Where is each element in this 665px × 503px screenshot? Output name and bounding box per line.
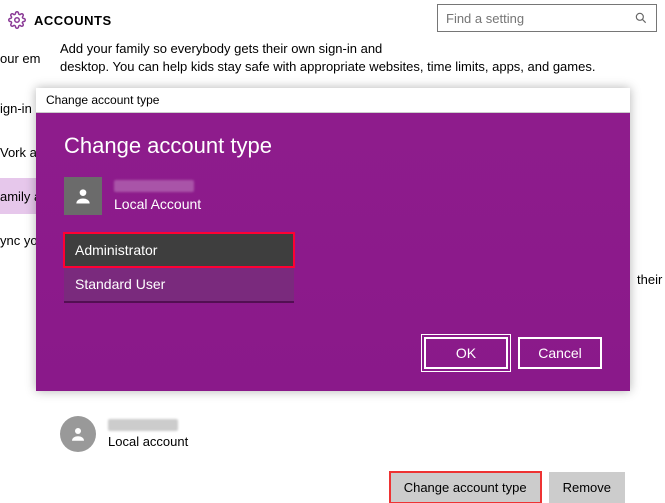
header: ACCOUNTS: [0, 0, 665, 40]
user-name-redacted: [108, 419, 178, 431]
sidebar-item-work[interactable]: Vork a: [0, 134, 40, 170]
header-title: ACCOUNTS: [34, 13, 112, 28]
ok-button[interactable]: OK: [424, 337, 508, 369]
intro-line-cut: Add your family so everybody gets their …: [60, 41, 382, 56]
dialog-heading: Change account type: [64, 133, 602, 159]
sidebar: our email and accounts ign-in Vork a ami…: [0, 40, 40, 500]
action-row: Change account type Remove: [60, 472, 645, 503]
search-box[interactable]: [437, 4, 657, 32]
account-type-dropdown[interactable]: Administrator Standard User: [64, 233, 294, 301]
sidebar-item-family[interactable]: amily a: [0, 178, 40, 214]
intro-line-rest: desktop. You can help kids stay safe wit…: [60, 59, 595, 74]
overflow-text: their: [637, 272, 665, 287]
change-account-type-dialog: Change account type Change account type …: [36, 88, 630, 391]
dialog-body: Change account type Local Account Admini…: [36, 113, 630, 391]
user-subtitle: Local account: [108, 434, 188, 449]
sidebar-item-email[interactable]: our email and accounts: [0, 40, 40, 76]
option-standard-user[interactable]: Standard User: [64, 267, 294, 301]
avatar-icon: [60, 416, 96, 452]
sidebar-item-sync[interactable]: ync yo: [0, 222, 40, 258]
sidebar-item-signin[interactable]: ign-in: [0, 90, 40, 126]
cancel-button[interactable]: Cancel: [518, 337, 602, 369]
search-icon: [634, 11, 648, 25]
user-meta: Local account: [108, 419, 188, 449]
search-input[interactable]: [446, 11, 634, 26]
user-row: Local account: [60, 416, 645, 452]
avatar-icon: [64, 177, 102, 215]
dialog-user-meta: Local Account: [114, 180, 201, 212]
change-account-type-button[interactable]: Change account type: [390, 472, 541, 503]
intro-text: Add your family so everybody gets their …: [60, 40, 645, 76]
dialog-user-name-redacted: [114, 180, 194, 192]
gear-icon: [8, 11, 26, 29]
remove-button[interactable]: Remove: [549, 472, 625, 503]
option-administrator[interactable]: Administrator: [64, 233, 294, 267]
dialog-titlebar: Change account type: [36, 88, 630, 113]
dialog-user-subtitle: Local Account: [114, 196, 201, 212]
dialog-user-block: Local Account: [64, 177, 602, 215]
dialog-actions: OK Cancel: [64, 337, 602, 369]
